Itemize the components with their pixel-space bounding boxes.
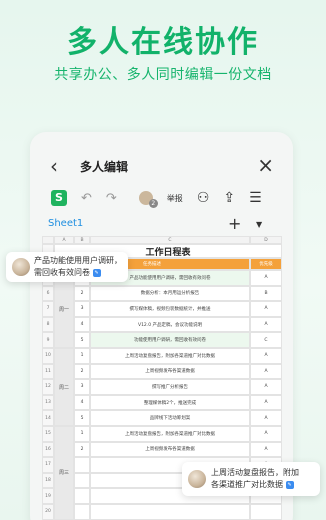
column-header[interactable]: C [90,236,250,244]
comment-bubble-left[interactable]: 产品功能使用用户调研， 需回收有效问卷 ✎ [6,252,128,282]
priority-cell[interactable]: A [250,426,282,442]
column-header[interactable]: A [54,236,74,244]
task-cell[interactable]: 撰写媒体稿，视频包装数据统计，并推送 [90,301,250,317]
row-header[interactable]: 13 [42,394,54,411]
corner-cell[interactable] [42,236,54,244]
app-logo-icon: S [51,190,67,206]
week-cell[interactable]: 周二 [54,348,74,426]
column-header[interactable]: D [250,236,282,244]
priority-cell[interactable]: B [250,285,282,302]
priority-cell[interactable]: A [250,316,282,333]
add-sheet-icon[interactable]: + [228,214,241,233]
tab-sheet1[interactable]: Sheet1 [48,218,83,229]
index-cell[interactable] [74,488,90,504]
dropdown-icon[interactable]: ▼ [256,220,262,229]
task-cell[interactable]: 上周视频发布各渠道数据 [90,363,250,380]
index-cell[interactable]: 2 [74,441,90,458]
collaborator-count: 2 [148,199,158,208]
task-cell[interactable]: 上周视频发布各渠道数据 [90,441,250,458]
index-cell[interactable]: 3 [74,379,90,395]
row-header[interactable]: 16 [42,441,54,458]
share-icon[interactable]: ⇪ [223,190,235,206]
index-cell[interactable]: 1 [74,348,90,364]
column-header[interactable]: B [74,236,90,244]
row-header[interactable]: 18 [42,472,54,489]
index-cell[interactable]: 4 [74,394,90,411]
report-button[interactable]: 举报 [167,193,183,204]
edit-tag-icon: ✎ [285,480,294,489]
row-header[interactable]: 14 [42,410,54,426]
redo-icon[interactable]: ↷ [106,191,117,206]
priority-cell[interactable] [250,504,282,520]
task-cell[interactable]: 数据分析：本月用运分析报告 [90,285,250,302]
task-cell[interactable] [90,504,250,520]
toolbar: S ↶ ↷ 2 举报 ⚇ ⇪ ☰ [42,184,282,212]
chevron-left-icon[interactable]: ‹ [50,154,58,178]
comment-line: 需回收有效问卷 [34,268,90,277]
row-header[interactable]: 8 [42,316,54,333]
page-title: 多人编辑 [80,160,129,174]
row-header[interactable]: 6 [42,285,54,302]
title-bar: ‹ 多人编辑 × [42,150,282,182]
index-cell[interactable] [74,457,90,473]
priority-cell[interactable]: A [250,441,282,458]
row-header[interactable]: 9 [42,332,54,348]
row-header[interactable]: 15 [42,426,54,442]
index-cell[interactable]: 2 [74,285,90,302]
priority-cell[interactable]: A [250,301,282,317]
menu-icon[interactable]: ☰ [249,190,262,206]
task-cell[interactable]: 功能使用用户调研，需回收有效问卷 [90,332,250,348]
index-cell[interactable]: 2 [74,363,90,380]
avatar [188,470,206,488]
headline: 多人在线协作 [67,25,259,60]
task-cell[interactable]: 撰写推广分析报告 [90,379,250,395]
index-cell[interactable]: 1 [74,426,90,442]
add-user-icon[interactable]: ⚇ [197,190,210,206]
row-header[interactable]: 20 [42,504,54,520]
undo-icon[interactable]: ↶ [81,191,92,206]
row-header[interactable]: 11 [42,363,54,380]
index-cell[interactable]: 3 [74,301,90,317]
row-header[interactable]: 7 [42,301,54,317]
avatar[interactable]: 2 [138,191,158,208]
task-cell[interactable]: 上周活动复盘报告，附加各渠道推广对比数据 [90,348,250,364]
row-header[interactable]: 19 [42,488,54,504]
task-cell[interactable]: 品牌线下活动筹划案 [90,410,250,426]
priority-header[interactable]: 优先级 [250,258,282,270]
index-cell[interactable] [74,472,90,489]
comment-line: 上周活动复盘报告，附加 [211,468,299,477]
row-header[interactable]: 12 [42,379,54,395]
task-cell[interactable]: V12.0 产品定稿，会议功能说明 [90,316,250,333]
priority-cell[interactable]: A [250,270,282,286]
avatar [12,258,30,276]
priority-cell[interactable]: A [250,363,282,380]
week-cell[interactable]: 周三 [54,426,74,520]
priority-cell[interactable]: A [250,394,282,411]
comment-line: 产品功能使用用户调研， [34,256,122,265]
index-cell[interactable]: 5 [74,410,90,426]
row-header[interactable]: 17 [42,457,54,473]
index-cell[interactable]: 4 [74,316,90,333]
comment-bubble-right[interactable]: 上周活动复盘报告，附加 各渠道推广对比数据 ✎ [182,462,320,496]
edit-tag-icon: ✎ [92,268,101,277]
sheet-bar: Sheet1 + ▼ [42,214,282,236]
priority-cell[interactable]: A [250,410,282,426]
task-cell[interactable]: 上周活动复盘报告，附加各渠道推广对比数据 [90,426,250,442]
row-header[interactable]: 10 [42,348,54,364]
index-cell[interactable]: 5 [74,332,90,348]
task-cell[interactable]: 整理媒体稿2个，推送完成 [90,394,250,411]
close-icon[interactable]: × [257,153,274,177]
priority-cell[interactable]: A [250,379,282,395]
comment-line: 各渠道推广对比数据 [211,480,283,489]
priority-cell[interactable]: C [250,332,282,348]
index-cell[interactable] [74,504,90,520]
priority-cell[interactable]: A [250,348,282,364]
subline: 共享办公、多人同时编辑一份文档 [54,67,272,83]
